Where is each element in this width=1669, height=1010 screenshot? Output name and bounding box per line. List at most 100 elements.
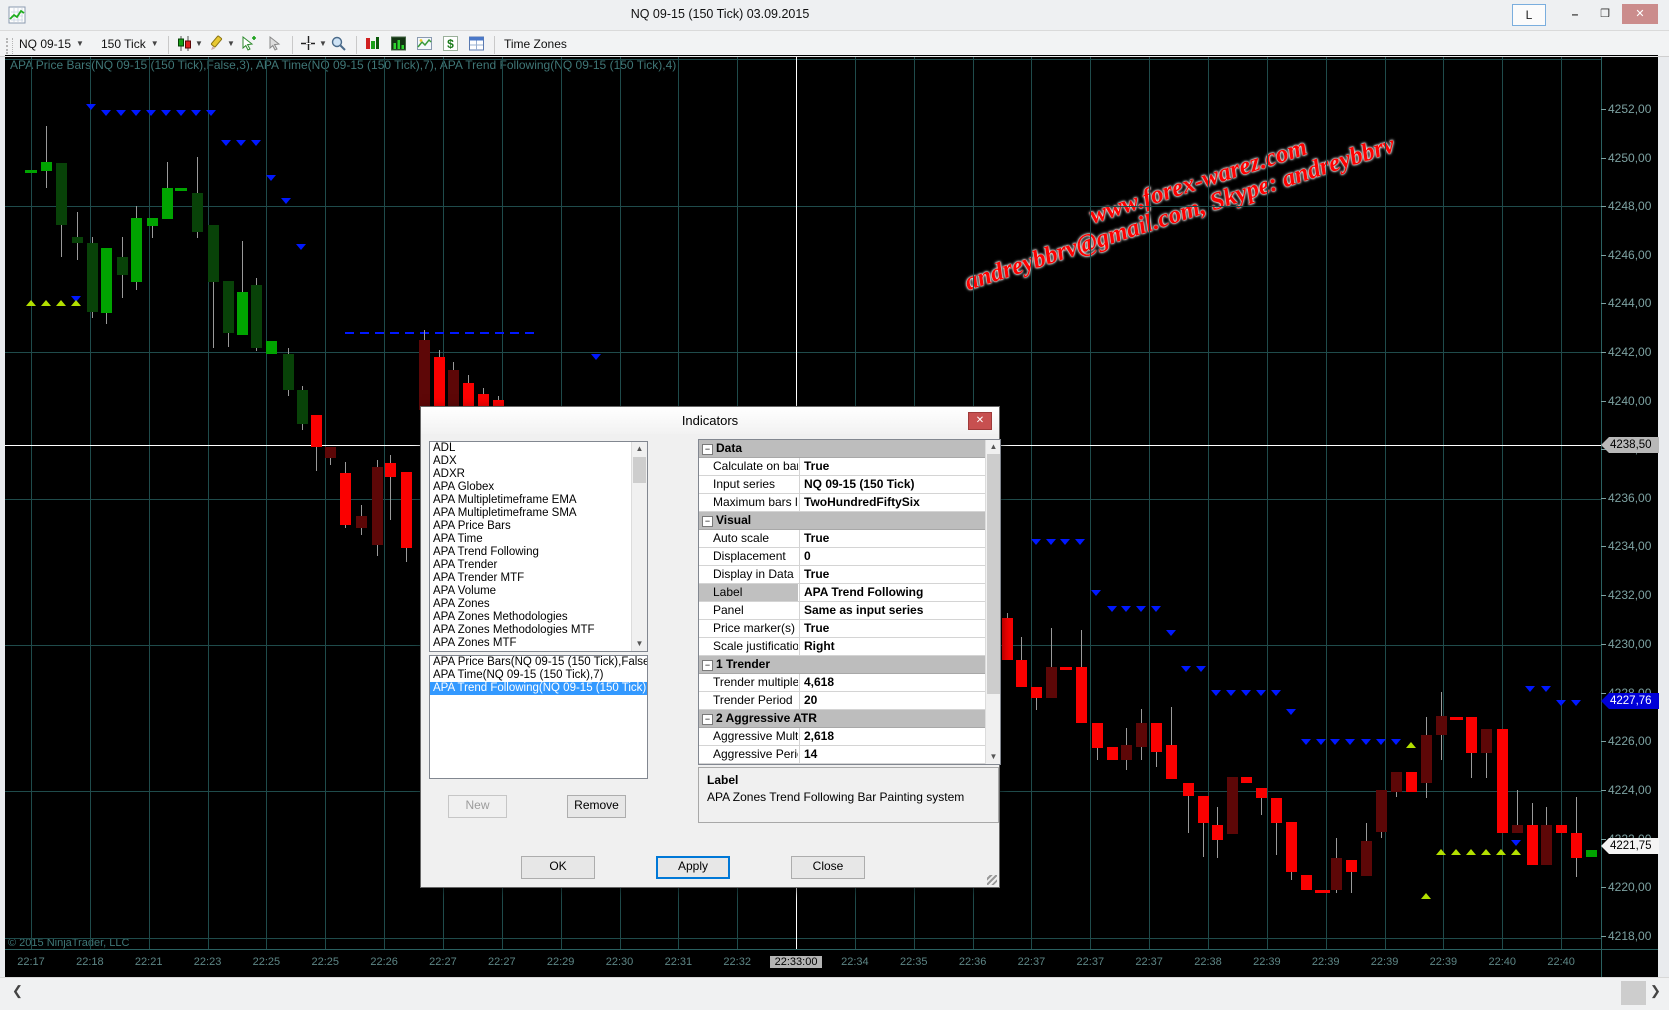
collapse-icon[interactable]: − — [702, 714, 713, 725]
collapse-icon[interactable]: − — [702, 444, 713, 455]
pointer-add-button[interactable] — [240, 31, 257, 56]
list-item[interactable]: APA Zones Methodologies — [430, 611, 647, 624]
property-value[interactable]: Right — [799, 638, 989, 655]
dialog-title[interactable]: Indicators — [421, 407, 999, 434]
bars-tool-button[interactable] — [364, 31, 381, 56]
horizontal-scrollbar[interactable]: ❮ ❯ — [0, 977, 1669, 1010]
zoom-button[interactable] — [330, 31, 347, 56]
window-titlebar[interactable]: NQ 09-15 (150 Tick) 03.09.2015 L – ❒ ✕ — [0, 0, 1669, 30]
property-row[interactable]: Trender multipler4,618 — [699, 674, 1000, 692]
property-row[interactable]: Maximum bars look bTwoHundredFiftySix — [699, 494, 1000, 512]
grid-scrollbar[interactable]: ▲ ▼ — [985, 440, 1000, 764]
property-row[interactable]: Aggressive Period14 — [699, 746, 1000, 764]
property-value[interactable]: 14 — [799, 746, 989, 763]
account-data-button[interactable]: $ — [442, 31, 459, 56]
property-row[interactable]: Display in Data BoxTrue — [699, 566, 1000, 584]
list-item[interactable]: APA Time — [430, 533, 647, 546]
scrollbar-thumb[interactable] — [987, 454, 1000, 694]
property-row[interactable]: Calculate on bar closTrue — [699, 458, 1000, 476]
properties-grid[interactable]: −DataCalculate on bar closTrueInput seri… — [698, 439, 1001, 765]
property-row[interactable]: Scale justificationRight — [699, 638, 1000, 656]
maximize-button[interactable]: ❒ — [1592, 4, 1618, 24]
list-item[interactable]: ADXR — [430, 468, 647, 481]
list-item[interactable]: APA Zones — [430, 598, 647, 611]
property-category-row[interactable]: −Plots — [699, 764, 1000, 765]
property-label: Input series — [713, 476, 798, 493]
property-category-row[interactable]: −Visual — [699, 512, 1000, 530]
pointer-button[interactable] — [266, 31, 283, 56]
list-item[interactable]: APA Price Bars(NQ 09-15 (150 Tick),False… — [430, 656, 647, 669]
list-item[interactable]: APA Time(NQ 09-15 (150 Tick),7) — [430, 669, 647, 682]
scrollbar-thumb[interactable] — [633, 457, 646, 483]
remove-button[interactable]: Remove — [567, 795, 626, 818]
interval-dropdown[interactable]: 150 Tick▼ — [98, 31, 159, 56]
scroll-up-icon[interactable]: ▲ — [632, 442, 647, 456]
scroll-down-icon[interactable]: ▼ — [632, 637, 647, 651]
applied-indicators-list[interactable]: APA Price Bars(NQ 09-15 (150 Tick),False… — [429, 655, 648, 779]
list-item[interactable]: APA Zones Methodologies MTF — [430, 624, 647, 637]
property-row[interactable]: Auto scaleTrue — [699, 530, 1000, 548]
property-category-row[interactable]: −2 Aggressive ATR — [699, 710, 1000, 728]
toolbar-grip[interactable] — [6, 31, 13, 56]
drawing-tools-button[interactable]: ▼ — [208, 31, 235, 56]
property-value[interactable]: 0 — [799, 548, 989, 565]
close-window-button[interactable]: ✕ — [1622, 4, 1658, 24]
property-value[interactable]: 4,618 — [799, 674, 989, 691]
chart-style-button[interactable]: ▼ — [176, 31, 203, 56]
property-row[interactable]: LabelAPA Trend Following — [699, 584, 1000, 602]
property-value[interactable]: TwoHundredFiftySix — [799, 494, 989, 511]
chart-snapshot-button[interactable] — [416, 31, 433, 56]
property-value[interactable]: True — [799, 620, 989, 637]
minimize-button[interactable]: – — [1562, 4, 1588, 24]
list-item[interactable]: APA Trend Following — [430, 546, 647, 559]
property-value[interactable]: True — [799, 566, 989, 583]
list-scrollbar[interactable]: ▲ ▼ — [631, 442, 647, 651]
dialog-close-button[interactable]: ✕ — [968, 412, 992, 430]
resize-grip[interactable] — [987, 875, 997, 885]
ok-button[interactable]: OK — [521, 856, 595, 879]
crosshair-button[interactable]: ▼ — [300, 31, 327, 56]
collapse-icon[interactable]: − — [702, 516, 713, 527]
instrument-dropdown[interactable]: NQ 09-15▼ — [16, 31, 84, 56]
property-row[interactable]: Trender Period20 — [699, 692, 1000, 710]
list-item[interactable]: APA Globex — [430, 481, 647, 494]
property-row[interactable]: Price marker(s)True — [699, 620, 1000, 638]
scroll-up-icon[interactable]: ▲ — [986, 440, 1001, 454]
list-item[interactable]: APA Zones MTF — [430, 637, 647, 650]
property-value[interactable]: APA Trend Following — [799, 584, 989, 601]
scroll-down-icon[interactable]: ▼ — [986, 750, 1001, 764]
close-button[interactable]: Close — [791, 856, 865, 879]
apply-button[interactable]: Apply — [656, 856, 730, 879]
property-value[interactable]: Same as input series — [799, 602, 989, 619]
list-item[interactable]: APA Trender — [430, 559, 647, 572]
property-row[interactable]: PanelSame as input series — [699, 602, 1000, 620]
property-value[interactable]: True — [799, 458, 989, 475]
scrollbar-thumb[interactable] — [1621, 981, 1646, 1005]
lock-button[interactable]: L — [1512, 4, 1546, 26]
list-item[interactable]: APA Trend Following(NQ 09-15 (150 Tick),… — [430, 682, 647, 695]
property-category-row[interactable]: −1 Trender — [699, 656, 1000, 674]
property-category-row[interactable]: −Data — [699, 440, 1000, 458]
collapse-icon[interactable]: − — [702, 660, 713, 671]
available-indicators-list[interactable]: ADLADXADXRAPA GlobexAPA Multipletimefram… — [429, 441, 648, 652]
list-item[interactable]: APA Trender MTF — [430, 572, 647, 585]
new-button[interactable]: New — [448, 795, 507, 818]
list-item[interactable]: APA Volume — [430, 585, 647, 598]
property-row[interactable]: Input seriesNQ 09-15 (150 Tick) — [699, 476, 1000, 494]
scroll-left-icon[interactable]: ❮ — [12, 983, 23, 999]
property-value[interactable]: 20 — [799, 692, 989, 709]
data-panel-button[interactable] — [468, 31, 485, 56]
list-item[interactable]: ADX — [430, 455, 647, 468]
list-item[interactable]: ADL — [430, 442, 647, 455]
property-row[interactable]: Displacement0 — [699, 548, 1000, 566]
property-value[interactable]: 2,618 — [799, 728, 989, 745]
list-item[interactable]: APA Multipletimeframe SMA — [430, 507, 647, 520]
time-zones-button[interactable]: Time Zones — [504, 31, 567, 56]
list-item[interactable]: APA Price Bars — [430, 520, 647, 533]
list-item[interactable]: APA Multipletimeframe EMA — [430, 494, 647, 507]
property-value[interactable]: True — [799, 530, 989, 547]
market-analyzer-button[interactable] — [390, 31, 407, 56]
property-value[interactable]: NQ 09-15 (150 Tick) — [799, 476, 989, 493]
scroll-right-icon[interactable]: ❯ — [1650, 983, 1661, 999]
property-row[interactable]: Aggressive Multipler2,618 — [699, 728, 1000, 746]
